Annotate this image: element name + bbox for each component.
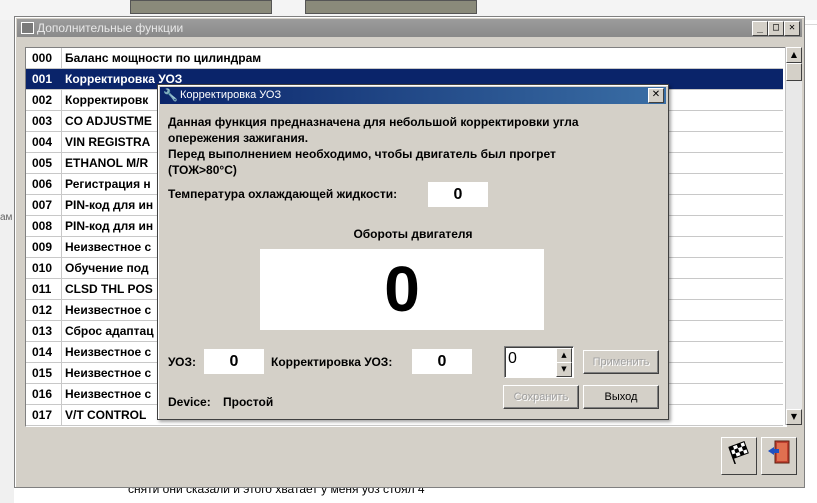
spinner-up-icon[interactable]: ▲ — [556, 348, 572, 363]
save-button[interactable]: Сохранить — [503, 385, 579, 409]
minimize-button[interactable]: _ — [752, 21, 768, 36]
column-separator — [61, 132, 62, 152]
list-item-number: 015 — [32, 366, 53, 380]
wrench-icon: 🔧 — [163, 88, 178, 102]
list-item-label: Обучение под — [65, 261, 149, 275]
dialog-close-button[interactable]: ✕ — [648, 88, 664, 103]
list-item-number: 017 — [32, 408, 53, 422]
correction-spinner[interactable]: 0 ▲ ▼ — [504, 346, 574, 378]
column-separator — [61, 195, 62, 215]
window-title: Дополнительные функции — [37, 21, 184, 35]
dialog-title: Корректировка УОЗ — [180, 89, 282, 101]
column-separator — [61, 279, 62, 299]
list-item-number: 009 — [32, 240, 53, 254]
list-item-number: 010 — [32, 261, 53, 275]
column-separator — [61, 48, 62, 68]
device-value: Простой — [223, 395, 274, 409]
coolant-temperature-label: Температура охлаждающей жидкости: — [168, 187, 398, 201]
description-line: Перед выполнением необходимо, чтобы двиг… — [168, 147, 556, 161]
column-separator — [61, 69, 62, 89]
window-titlebar[interactable]: Дополнительные функции _ □ ✕ — [17, 19, 802, 37]
list-item-label: PIN-код для ин — [65, 219, 154, 233]
list-item-number: 012 — [32, 303, 53, 317]
uoz-label: УОЗ: — [168, 355, 197, 369]
column-separator — [61, 90, 62, 110]
window-icon — [21, 22, 34, 34]
scroll-thumb[interactable] — [786, 63, 802, 81]
list-item-label: VIN REGISTRA — [65, 135, 151, 149]
list-item-label: Неизвестное с — [65, 366, 152, 380]
dialog-titlebar[interactable]: 🔧 Корректировка УОЗ ✕ — [160, 87, 666, 104]
list-item-label: ETHANOL M/R — [65, 156, 149, 170]
list-item-label: Регистрация н — [65, 177, 151, 191]
column-separator — [61, 258, 62, 278]
column-separator — [61, 216, 62, 236]
uoz-value: 0 — [204, 349, 264, 374]
rpm-label: Обороты двигателя — [353, 227, 473, 241]
device-label: Device: — [168, 395, 211, 409]
description-line: опережения зажигания. — [168, 131, 309, 145]
exit-door-button[interactable] — [761, 437, 797, 475]
column-separator — [61, 153, 62, 173]
maximize-button[interactable]: □ — [768, 21, 784, 36]
list-item-label: CO ADJUSTME — [65, 114, 152, 128]
spinner-down-icon[interactable]: ▼ — [556, 362, 572, 377]
list-item-label: Неизвестное с — [65, 345, 152, 359]
checkered-flag-button[interactable] — [721, 437, 757, 475]
list-item-label: Корректировк — [65, 93, 149, 107]
rpm-value: 0 — [260, 249, 544, 330]
list-item-label: V/T CONTROL — [65, 408, 147, 422]
coolant-temperature-value: 0 — [428, 182, 488, 207]
close-button[interactable]: ✕ — [784, 21, 800, 36]
list-item-number: 005 — [32, 156, 53, 170]
description-line: Данная функция предназначена для небольш… — [168, 115, 579, 129]
checkered-flag-icon — [728, 441, 749, 465]
list-item-number: 011 — [32, 282, 52, 296]
list-item-label: Неизвестное с — [65, 240, 152, 254]
list-item-label: Сброс адаптац — [65, 324, 154, 338]
column-separator — [61, 384, 62, 404]
list-item-label: Неизвестное с — [65, 303, 152, 317]
list-item-number: 007 — [32, 198, 53, 212]
list-item-number: 000 — [32, 51, 53, 65]
list-item-label: Баланс мощности по цилиндрам — [65, 51, 262, 65]
scroll-down-icon[interactable]: ▼ — [786, 409, 802, 425]
column-separator — [61, 321, 62, 341]
list-item-number: 008 — [32, 219, 53, 233]
background-left-margin — [0, 20, 14, 503]
uoz-correction-dialog: 🔧 Корректировка УОЗ ✕ Данная функция пре… — [157, 84, 669, 420]
column-separator — [61, 174, 62, 194]
background-thumbnail — [305, 0, 477, 14]
list-item-number: 013 — [32, 324, 53, 338]
list-item-label: PIN-код для ин — [65, 198, 154, 212]
list-item-number: 014 — [32, 345, 53, 359]
scroll-up-icon[interactable]: ▲ — [786, 47, 802, 63]
column-separator — [61, 111, 62, 131]
list-item-number: 004 — [32, 135, 53, 149]
column-separator — [61, 342, 62, 362]
list-item-number: 003 — [32, 114, 53, 128]
column-separator — [61, 405, 62, 425]
spinner-value[interactable]: 0 — [508, 350, 517, 368]
exit-door-icon — [768, 440, 790, 464]
apply-button[interactable]: Применить — [583, 350, 659, 374]
description-line: (ТОЖ>80°С) — [168, 163, 237, 177]
exit-button[interactable]: Выход — [583, 385, 659, 409]
background-text-fragment: ам — [0, 212, 13, 223]
uoz-correction-value: 0 — [412, 349, 472, 374]
list-item-label: CLSD THL POS — [65, 282, 153, 296]
list-item-label: Неизвестное с — [65, 387, 152, 401]
list-item[interactable]: 000 Баланс мощности по цилиндрам — [26, 48, 783, 69]
uoz-correction-label: Корректировка УОЗ: — [271, 355, 393, 369]
list-item-number: 001 — [32, 72, 53, 86]
list-scrollbar[interactable]: ▲ ▼ — [785, 47, 802, 425]
column-separator — [61, 237, 62, 257]
column-separator — [61, 300, 62, 320]
background-thumbnail — [130, 0, 272, 14]
list-item-number: 002 — [32, 93, 53, 107]
list-item-number: 016 — [32, 387, 53, 401]
column-separator — [61, 363, 62, 383]
list-item-number: 006 — [32, 177, 53, 191]
